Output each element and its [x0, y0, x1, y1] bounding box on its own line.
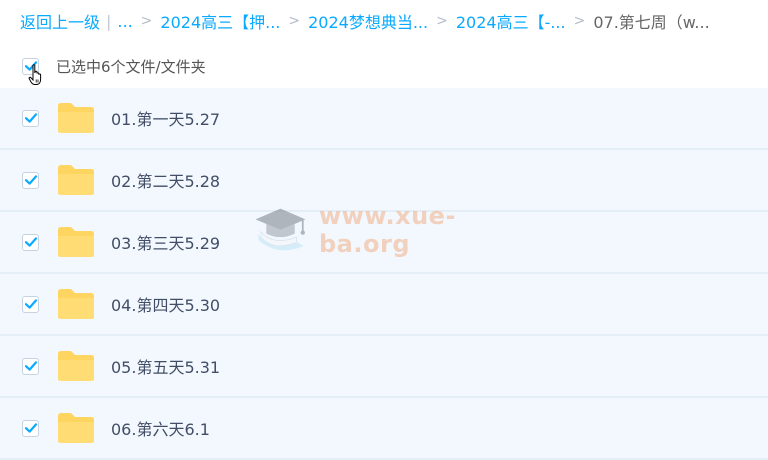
- folder-icon: [58, 165, 94, 195]
- file-row[interactable]: 01.第一天5.27: [0, 88, 768, 150]
- row-checkbox[interactable]: [22, 357, 39, 375]
- back-link[interactable]: 返回上一级: [20, 9, 100, 33]
- folder-icon: [58, 351, 94, 381]
- checkmark-icon: [24, 423, 37, 433]
- checkmark-icon: [24, 113, 37, 123]
- breadcrumb-item[interactable]: 2024高三【押...: [160, 9, 280, 33]
- folder-icon: [58, 227, 94, 257]
- select-all-row: 已选中6个文件/文件夹: [0, 44, 768, 88]
- breadcrumb-arrow: >: [436, 13, 448, 29]
- breadcrumb-divider: |: [106, 11, 112, 31]
- row-checkbox[interactable]: [22, 109, 39, 127]
- file-row[interactable]: 04.第四天5.30: [0, 274, 768, 336]
- file-name[interactable]: 05.第五天5.31: [111, 354, 220, 378]
- file-name[interactable]: 01.第一天5.27: [111, 106, 220, 130]
- row-checkbox[interactable]: [22, 171, 39, 189]
- row-checkbox[interactable]: [22, 419, 39, 437]
- file-name[interactable]: 03.第三天5.29: [111, 230, 220, 254]
- file-row[interactable]: 02.第二天5.28: [0, 150, 768, 212]
- breadcrumb-ellipsis[interactable]: ...: [117, 12, 132, 31]
- checkmark-icon: [24, 299, 37, 309]
- folder-icon: [58, 289, 94, 319]
- file-name[interactable]: 02.第二天5.28: [111, 168, 220, 192]
- breadcrumb-arrow: >: [288, 13, 301, 29]
- breadcrumb-arrow: >: [140, 13, 153, 29]
- file-name[interactable]: 06.第六天6.1: [111, 416, 210, 440]
- row-checkbox[interactable]: [22, 295, 39, 313]
- selection-count: 已选中6个文件/文件夹: [56, 57, 206, 76]
- hand-pointer-icon: [28, 64, 42, 85]
- file-name[interactable]: 04.第四天5.30: [111, 292, 220, 316]
- folder-icon: [58, 413, 94, 443]
- checkmark-icon: [24, 175, 37, 185]
- checkmark-icon: [24, 361, 37, 371]
- row-checkbox[interactable]: [22, 233, 39, 251]
- checkmark-icon: [24, 237, 37, 247]
- folder-icon: [58, 103, 94, 133]
- file-row[interactable]: 03.第三天5.29: [0, 212, 768, 274]
- breadcrumb: 返回上一级 | ... > 2024高三【押... > 2024梦想典当... …: [20, 0, 762, 42]
- breadcrumb-item[interactable]: 2024梦想典当...: [308, 9, 428, 33]
- file-row[interactable]: 05.第五天5.31: [0, 336, 768, 398]
- breadcrumb-current: 07.第七周（w...: [593, 13, 710, 32]
- breadcrumb-arrow: >: [573, 13, 586, 29]
- breadcrumb-item[interactable]: 2024高三【-...: [456, 9, 566, 33]
- file-row[interactable]: 06.第六天6.1: [0, 398, 768, 460]
- file-list: 01.第一天5.27 02.第二天5.28 03.第三天5.29 04.第四天5…: [0, 88, 768, 460]
